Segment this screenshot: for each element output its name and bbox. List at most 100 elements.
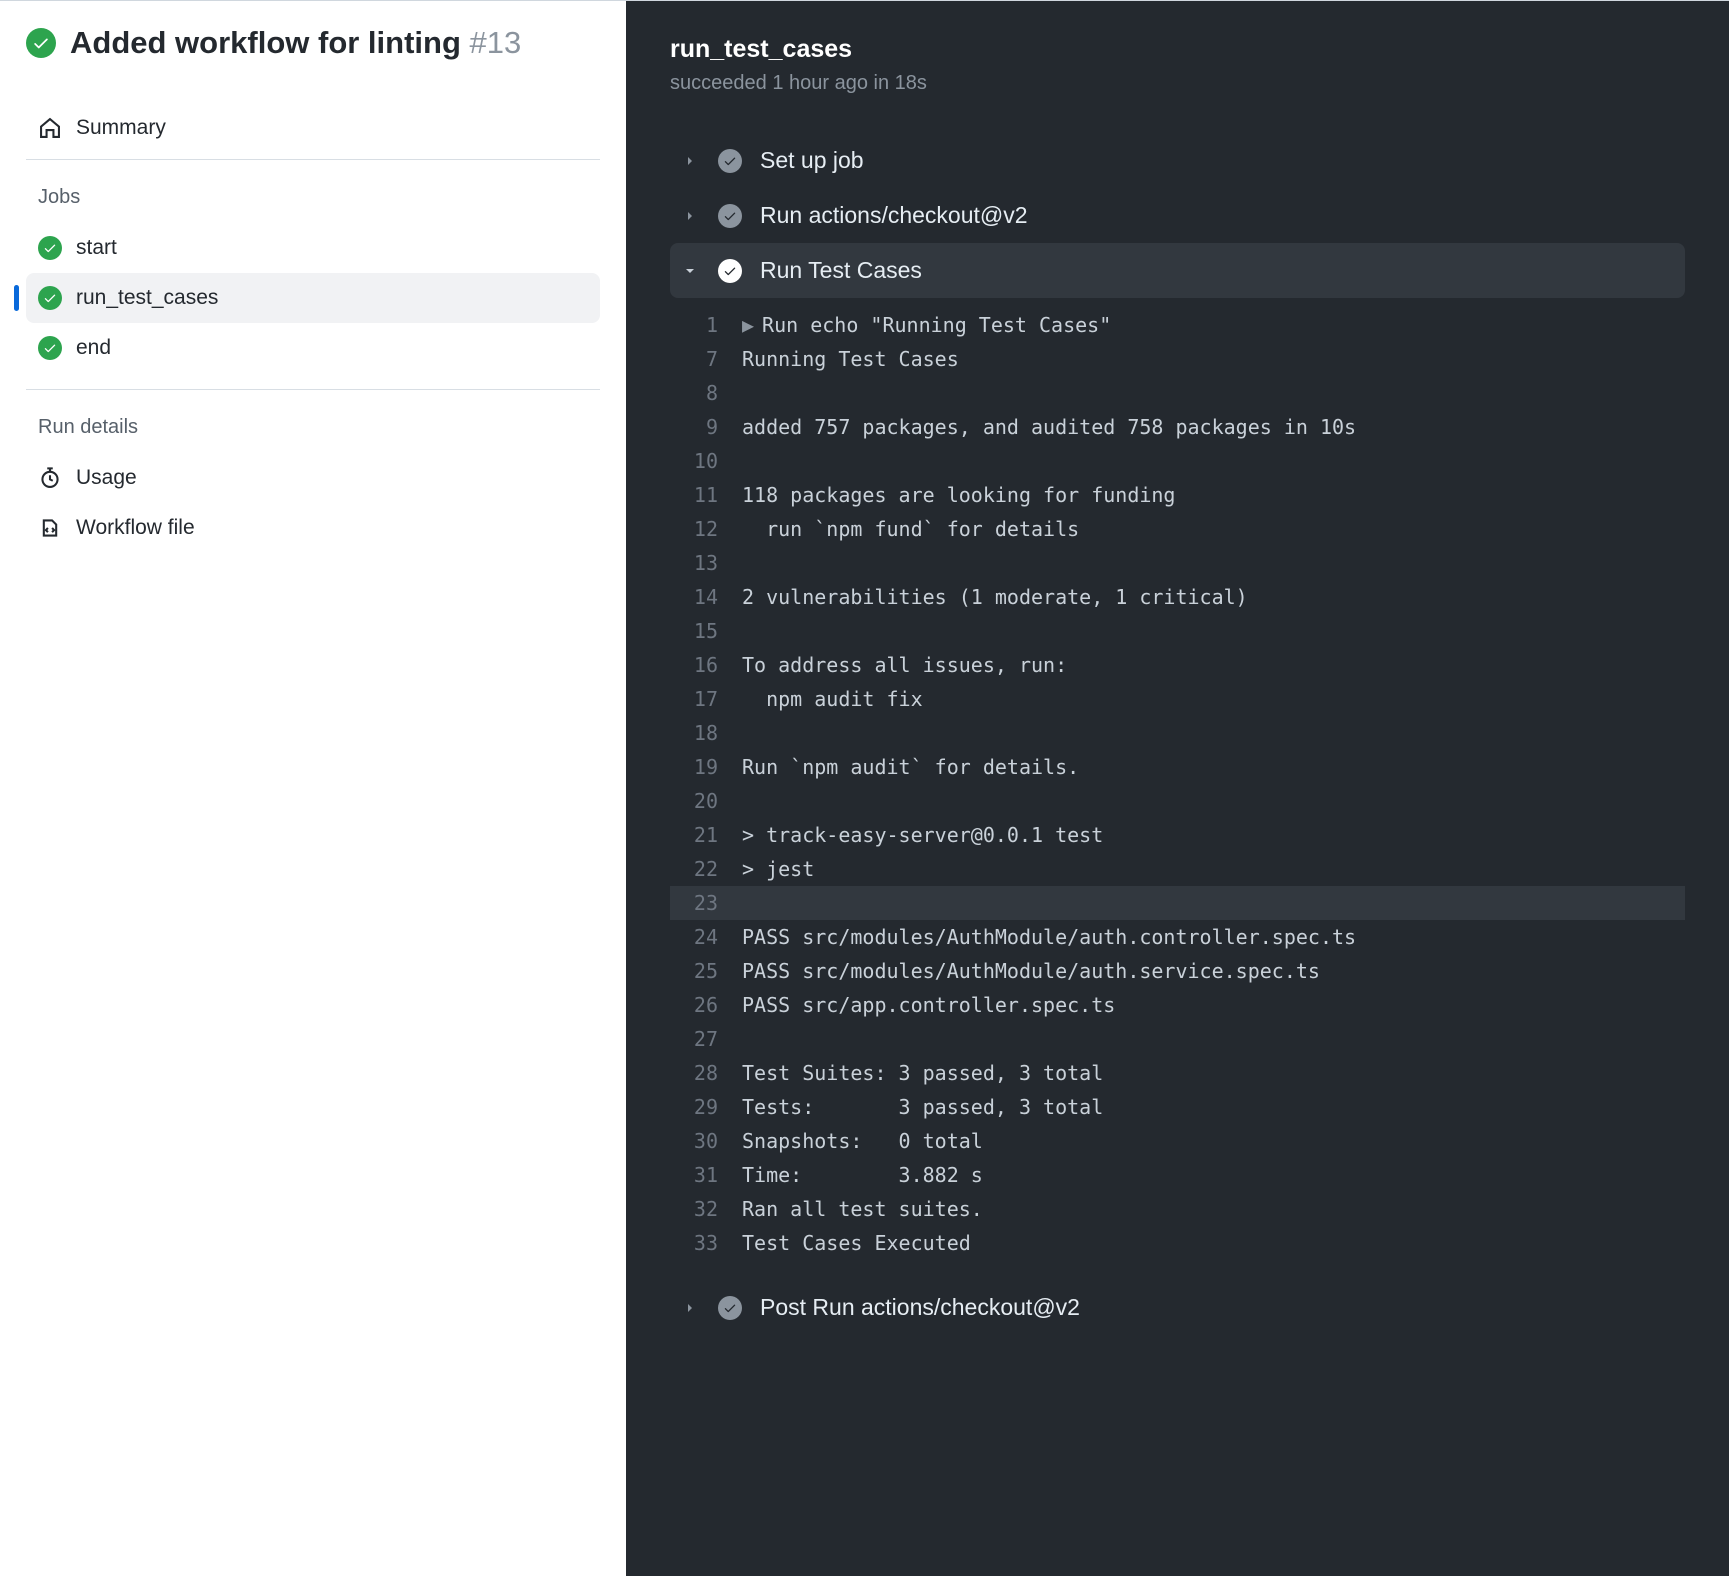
job-status: succeeded 1 hour ago in 18s — [670, 72, 1685, 95]
log-line-text: PASS src/modules/AuthModule/auth.service… — [742, 954, 1320, 988]
workflow-file-link[interactable]: Workflow file — [26, 503, 600, 553]
log-line-text: Test Suites: 3 passed, 3 total — [742, 1056, 1103, 1090]
chevron-icon — [680, 263, 700, 279]
log-line-number: 21 — [680, 818, 742, 852]
log-line-text: Running Test Cases — [742, 342, 959, 376]
summary-label: Summary — [76, 116, 166, 140]
log-line-text: Ran all test suites. — [742, 1192, 983, 1226]
step-name: Run actions/checkout@v2 — [760, 202, 1028, 229]
log-line-text: run `npm fund` for details — [742, 512, 1079, 546]
divider — [26, 159, 600, 160]
log-line-text: Test Cases Executed — [742, 1226, 971, 1260]
stopwatch-icon — [38, 467, 62, 489]
log-line: 20 — [670, 784, 1685, 818]
log-line: 16To address all issues, run: — [670, 648, 1685, 682]
log-line-text: 2 vulnerabilities (1 moderate, 1 critica… — [742, 580, 1248, 614]
log-line-number: 19 — [680, 750, 742, 784]
step-name: Set up job — [760, 147, 864, 174]
home-icon — [38, 117, 62, 139]
page-header: Added workflow for linting #13 — [26, 25, 600, 61]
chevron-icon — [680, 1300, 700, 1316]
step-row[interactable]: Run Test Cases — [670, 243, 1685, 298]
log-line-number: 28 — [680, 1056, 742, 1090]
job-item-label: end — [76, 336, 111, 360]
log-line: 31Time: 3.882 s — [670, 1158, 1685, 1192]
step-row[interactable]: Post Run actions/checkout@v2 — [670, 1280, 1685, 1335]
triangle-icon: ▶ — [742, 313, 754, 337]
step-row[interactable]: Run actions/checkout@v2 — [670, 188, 1685, 243]
job-item-label: run_test_cases — [76, 286, 218, 310]
log-line: 27 — [670, 1022, 1685, 1056]
log-line-number: 12 — [680, 512, 742, 546]
log-panel: run_test_cases succeeded 1 hour ago in 1… — [626, 1, 1729, 1576]
log-line-number: 27 — [680, 1022, 742, 1056]
log-line: 142 vulnerabilities (1 moderate, 1 criti… — [670, 580, 1685, 614]
check-circle-icon — [718, 149, 742, 173]
log-line: 10 — [670, 444, 1685, 478]
log-line: 30Snapshots: 0 total — [670, 1124, 1685, 1158]
log-line: 26PASS src/app.controller.spec.ts — [670, 988, 1685, 1022]
log-line: 11118 packages are looking for funding — [670, 478, 1685, 512]
step-name: Run Test Cases — [760, 257, 922, 284]
log-line-number: 11 — [680, 478, 742, 512]
page-title: Added workflow for linting #13 — [70, 25, 521, 61]
check-circle-icon — [26, 28, 56, 58]
log-line: 33Test Cases Executed — [670, 1226, 1685, 1260]
log-line-number: 22 — [680, 852, 742, 886]
log-line-number: 13 — [680, 546, 742, 580]
log-line: 29Tests: 3 passed, 3 total — [670, 1090, 1685, 1124]
chevron-icon — [680, 153, 700, 169]
log-output: 1▶Run echo "Running Test Cases"7Running … — [670, 298, 1685, 1280]
log-line: 32Ran all test suites. — [670, 1192, 1685, 1226]
log-line-number: 29 — [680, 1090, 742, 1124]
divider — [26, 389, 600, 390]
log-line-text: npm audit fix — [742, 682, 923, 716]
jobs-heading: Jobs — [26, 176, 600, 223]
check-circle-icon — [718, 259, 742, 283]
log-line-text: PASS src/app.controller.spec.ts — [742, 988, 1115, 1022]
log-line-text: Run `npm audit` for details. — [742, 750, 1079, 784]
log-line: 22> jest — [670, 852, 1685, 886]
log-line-text: To address all issues, run: — [742, 648, 1067, 682]
log-line-text: Snapshots: 0 total — [742, 1124, 983, 1158]
log-line: 23 — [670, 886, 1685, 920]
log-line-number: 23 — [680, 886, 742, 920]
job-item-run_test_cases[interactable]: run_test_cases — [26, 273, 600, 323]
check-circle-icon — [718, 204, 742, 228]
log-line-text: > track-easy-server@0.0.1 test — [742, 818, 1103, 852]
log-line-number: 10 — [680, 444, 742, 478]
log-line-text: ▶Run echo "Running Test Cases" — [742, 308, 1111, 342]
log-line-number: 16 — [680, 648, 742, 682]
job-item-start[interactable]: start — [26, 223, 600, 273]
log-line-number: 17 — [680, 682, 742, 716]
log-line: 1▶Run echo "Running Test Cases" — [670, 308, 1685, 342]
log-line-text: 118 packages are looking for funding — [742, 478, 1175, 512]
log-line-number: 14 — [680, 580, 742, 614]
log-line-text: > jest — [742, 852, 814, 886]
log-line: 9added 757 packages, and audited 758 pac… — [670, 410, 1685, 444]
check-circle-icon — [38, 286, 62, 310]
log-line-number: 20 — [680, 784, 742, 818]
summary-link[interactable]: Summary — [26, 103, 600, 153]
usage-label: Usage — [76, 466, 137, 490]
log-line-number: 32 — [680, 1192, 742, 1226]
check-circle-icon — [38, 336, 62, 360]
log-line-text: PASS src/modules/AuthModule/auth.control… — [742, 920, 1356, 954]
job-item-end[interactable]: end — [26, 323, 600, 373]
log-line: 19Run `npm audit` for details. — [670, 750, 1685, 784]
job-title: run_test_cases — [670, 35, 1685, 64]
step-row[interactable]: Set up job — [670, 133, 1685, 188]
log-line-number: 7 — [680, 342, 742, 376]
log-line: 15 — [670, 614, 1685, 648]
log-line-number: 31 — [680, 1158, 742, 1192]
check-circle-icon — [38, 236, 62, 260]
log-line: 25PASS src/modules/AuthModule/auth.servi… — [670, 954, 1685, 988]
check-circle-icon — [718, 1296, 742, 1320]
log-line-number: 1 — [680, 308, 742, 342]
log-line: 17 npm audit fix — [670, 682, 1685, 716]
log-line: 8 — [670, 376, 1685, 410]
log-line-number: 24 — [680, 920, 742, 954]
log-line: 12 run `npm fund` for details — [670, 512, 1685, 546]
step-name: Post Run actions/checkout@v2 — [760, 1294, 1080, 1321]
usage-link[interactable]: Usage — [26, 453, 600, 503]
